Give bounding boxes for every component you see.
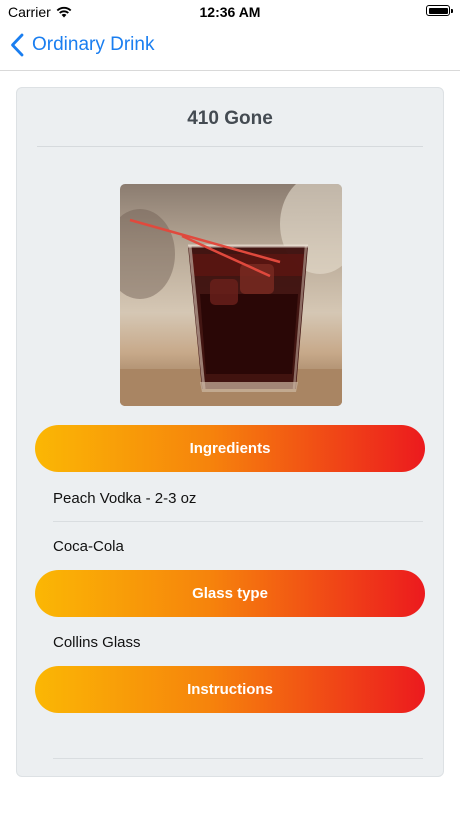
battery-icon bbox=[426, 5, 453, 16]
navigation-bar: Ordinary Drink bbox=[0, 24, 460, 71]
drink-photo bbox=[120, 184, 342, 406]
ingredient-item: Coca-Cola bbox=[53, 537, 124, 555]
ingredient-item: Peach Vodka - 2-3 oz bbox=[53, 489, 197, 507]
instructions-header-label: Instructions bbox=[187, 681, 273, 698]
instructions-header[interactable]: Instructions bbox=[35, 666, 425, 713]
glass-type-item: Collins Glass bbox=[53, 633, 141, 651]
ingredients-header-label: Ingredients bbox=[189, 440, 271, 457]
status-time: 12:36 AM bbox=[199, 4, 261, 20]
status-bar: Carrier 12:36 AM bbox=[0, 0, 460, 24]
title-divider bbox=[37, 146, 423, 147]
drink-title: 410 Gone bbox=[187, 108, 273, 129]
ingredients-header[interactable]: Ingredients bbox=[35, 425, 425, 472]
glass-type-header[interactable]: Glass type bbox=[35, 570, 425, 617]
back-button[interactable]: Ordinary Drink bbox=[10, 33, 154, 57]
chevron-left-icon bbox=[11, 33, 24, 57]
glass-type-header-label: Glass type bbox=[192, 585, 268, 602]
back-button-label: Ordinary Drink bbox=[32, 34, 155, 55]
drink-detail-card: 410 Gone Ingredients Peach Vodka - 2-3 o… bbox=[16, 87, 444, 777]
row-divider bbox=[53, 758, 423, 759]
